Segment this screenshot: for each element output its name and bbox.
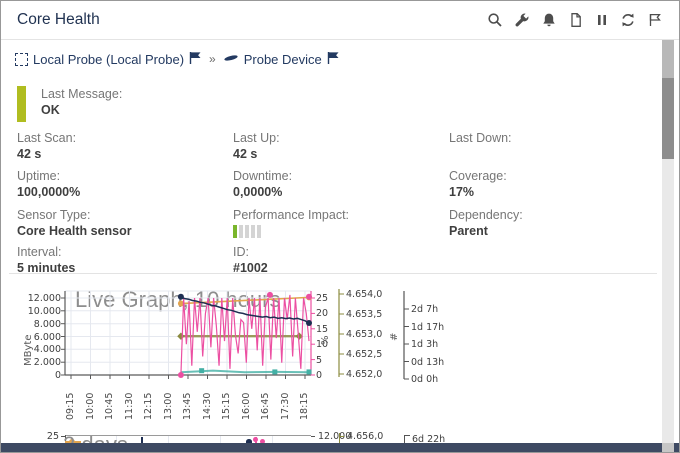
series-pink-oscillating bbox=[181, 295, 309, 375]
core-health-window: Core Health Local Probe (Local Probe) » … bbox=[0, 0, 680, 453]
series-marker bbox=[306, 294, 312, 300]
scrollbar-corner bbox=[662, 443, 674, 452]
sliver-title-fragment: 2 days bbox=[63, 432, 128, 443]
sliver-duration-tick: 6d 22h bbox=[412, 434, 445, 443]
series-marker bbox=[306, 320, 312, 326]
series-marker bbox=[199, 368, 204, 373]
series-marker bbox=[178, 294, 184, 300]
next-section-edge bbox=[1, 443, 679, 452]
live-graph-canvas bbox=[1, 281, 461, 433]
pink-marker bbox=[253, 437, 258, 442]
series-marker bbox=[267, 292, 273, 298]
series-marker bbox=[307, 369, 312, 374]
series-marker bbox=[272, 369, 277, 374]
scrollbar-thumb[interactable] bbox=[662, 78, 674, 159]
series-marker bbox=[177, 333, 184, 340]
series-marker bbox=[178, 372, 184, 378]
scrollbar-thumb-upper[interactable] bbox=[662, 40, 674, 78]
